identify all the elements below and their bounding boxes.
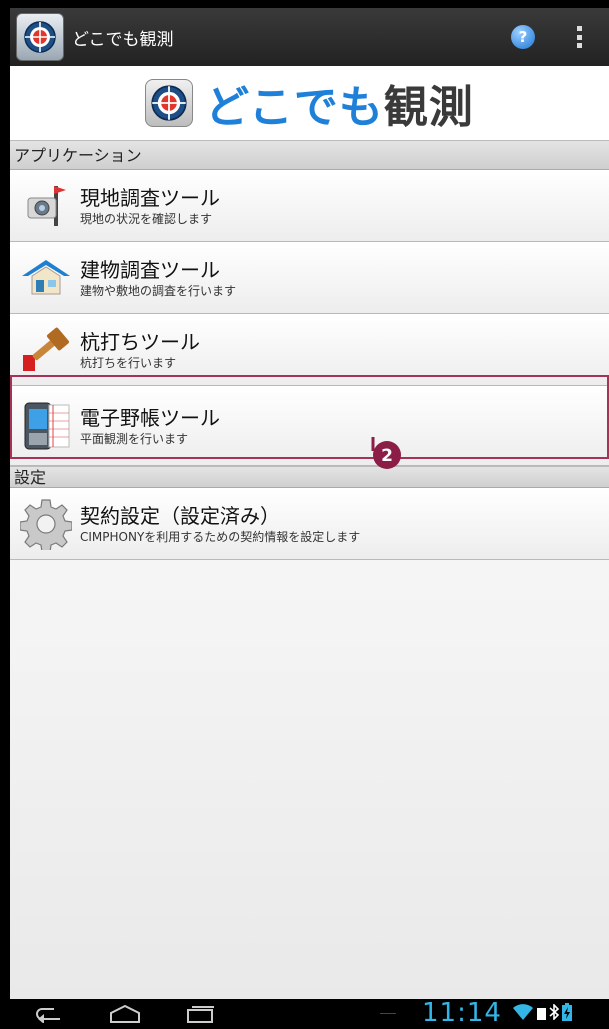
- item-title: 現地調査ツール: [80, 185, 220, 210]
- field-notebook-device-icon: [18, 398, 74, 454]
- banner-title: どこでも観測: [205, 71, 474, 135]
- list-item-field-notebook[interactable]: 電子野帳ツール 平面観測を行います: [10, 386, 609, 466]
- system-bar: 11:14: [0, 998, 609, 1029]
- status-icons: [512, 1003, 572, 1025]
- home-icon[interactable]: [106, 1001, 144, 1027]
- item-subtitle: 建物や敷地の調査を行います: [80, 283, 237, 298]
- section-header-applications: アプリケーション: [10, 140, 609, 170]
- gear-icon: [18, 496, 74, 552]
- bluetooth-icon: [549, 1003, 560, 1024]
- app-logo-icon[interactable]: [16, 13, 64, 61]
- item-title: 建物調査ツール: [80, 257, 220, 282]
- wifi-icon: [512, 1003, 534, 1025]
- item-subtitle: 現地の状況を確認します: [80, 211, 213, 226]
- list-item-staking[interactable]: 杭打ちツール 杭打ちを行います: [10, 314, 609, 386]
- item-title: 電子野帳ツール: [80, 405, 220, 430]
- item-subtitle: 平面観測を行います: [80, 431, 189, 446]
- recent-apps-icon[interactable]: [182, 1001, 220, 1027]
- house-icon: [18, 250, 74, 306]
- device-screen: どこでも観測 ? どこでも観測 アプリケーション 現地調査ツール 現地の状況を確…: [0, 0, 609, 1029]
- status-divider: [380, 1013, 396, 1014]
- list-item-building-survey[interactable]: 建物調査ツール 建物や敷地の調査を行います: [10, 242, 609, 314]
- banner-title-part2: 観測: [383, 82, 474, 133]
- battery-charging-icon: [562, 1003, 572, 1025]
- app-title: どこでも観測: [72, 29, 174, 50]
- help-icon[interactable]: ?: [511, 25, 535, 49]
- step-number: 2: [381, 446, 393, 466]
- overflow-menu-icon[interactable]: [577, 26, 583, 48]
- main-content: どこでも観測 アプリケーション 現地調査ツール 現地の状況を確認します 建物調査…: [10, 66, 609, 999]
- hammer-icon: [18, 322, 74, 378]
- status-clock: 11:14: [422, 998, 502, 1028]
- item-subtitle: CIMPHONYを利用するための契約情報を設定します: [80, 529, 361, 544]
- tutorial-step-badge: 2: [367, 435, 407, 469]
- section-header-settings: 設定: [10, 466, 609, 488]
- back-icon[interactable]: [30, 1001, 68, 1027]
- item-title: 契約設定（設定済み）: [80, 503, 280, 528]
- item-title: 杭打ちツール: [80, 329, 200, 354]
- list-item-site-survey[interactable]: 現地調査ツール 現地の状況を確認します: [10, 170, 609, 242]
- list-item-contract-settings[interactable]: 契約設定（設定済み） CIMPHONYを利用するための契約情報を設定します: [10, 488, 609, 560]
- banner-title-part1: どこでも: [205, 82, 384, 133]
- app-banner: どこでも観測: [10, 66, 609, 140]
- action-bar: どこでも観測 ?: [10, 8, 609, 66]
- camera-pin-icon: [18, 178, 74, 234]
- notification-icon: [537, 1005, 546, 1024]
- item-subtitle: 杭打ちを行います: [80, 355, 177, 370]
- banner-logo-icon: [145, 79, 194, 127]
